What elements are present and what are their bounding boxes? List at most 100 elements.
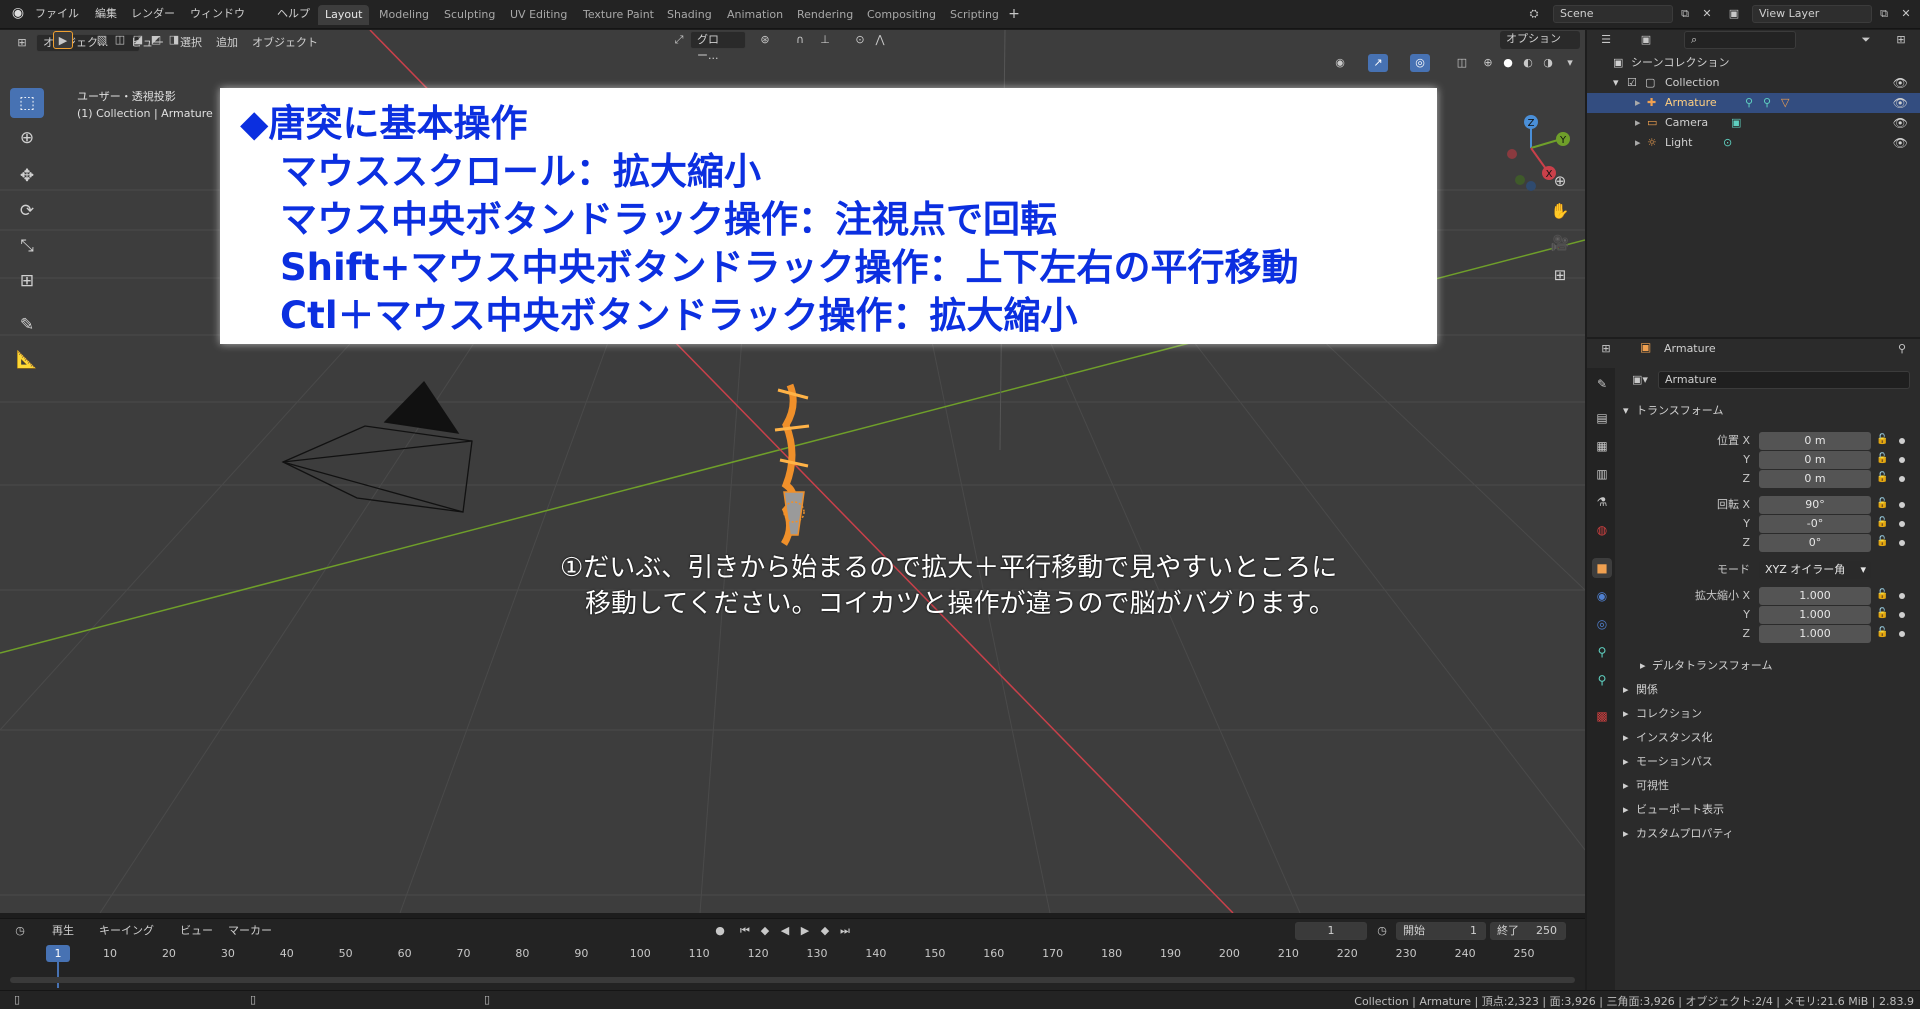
- select-extend-icon[interactable]: ◫: [110, 31, 130, 49]
- keyframe-dot-icon[interactable]: [1899, 612, 1905, 618]
- shading-material-icon[interactable]: ◐: [1518, 54, 1538, 72]
- properties-editor-icon[interactable]: ⊞: [1596, 340, 1616, 358]
- falloff-icon[interactable]: ⋀: [870, 31, 890, 49]
- menu-file[interactable]: ファイル: [30, 5, 84, 23]
- eye-icon[interactable]: 👁: [1893, 93, 1908, 113]
- select-box-icon[interactable]: ▧: [92, 31, 112, 49]
- outliner-armature[interactable]: ▸ ✚ Armature ⚲ ⚲ ▽ 👁: [1587, 93, 1920, 113]
- snap-target-icon[interactable]: ⊥: [815, 31, 835, 49]
- prev-keyframe-icon[interactable]: ◆: [755, 922, 775, 940]
- expand-icon[interactable]: ▸: [1635, 113, 1641, 133]
- keyframe-dot-icon[interactable]: [1899, 476, 1905, 482]
- location-x[interactable]: 0 m: [1759, 432, 1871, 450]
- lock-icon[interactable]: 🔓: [1876, 517, 1890, 531]
- overlay-toggle-icon[interactable]: ◎: [1410, 54, 1430, 72]
- lock-icon[interactable]: 🔓: [1876, 589, 1890, 603]
- next-keyframe-icon[interactable]: ◆: [815, 922, 835, 940]
- tab-rendering[interactable]: Rendering: [790, 5, 860, 25]
- shading-solid-icon[interactable]: ●: [1498, 54, 1518, 72]
- scale-x[interactable]: 1.000: [1759, 587, 1871, 605]
- xray-icon[interactable]: ◫: [1452, 54, 1472, 72]
- tab-layout[interactable]: Layout: [318, 5, 370, 25]
- select-subtract-icon[interactable]: ◪: [128, 31, 148, 49]
- outliner-scene-collection[interactable]: ▣ シーンコレクション: [1587, 53, 1920, 73]
- menu-timeline-view[interactable]: ビュー: [176, 922, 217, 940]
- armature-object[interactable]: [774, 383, 810, 546]
- orientation-icon[interactable]: ⤢: [669, 31, 689, 49]
- visibility-icon[interactable]: ◉: [1330, 54, 1350, 72]
- render-tab-icon[interactable]: ▤: [1592, 408, 1612, 428]
- expand-icon[interactable]: ▸: [1635, 133, 1641, 153]
- scene-tab-icon[interactable]: ⚗: [1592, 492, 1612, 512]
- select-mode-icon[interactable]: ▶: [53, 31, 73, 49]
- scale-y[interactable]: 1.000: [1759, 606, 1871, 624]
- menu-marker[interactable]: マーカー: [224, 922, 276, 940]
- move-tool-icon[interactable]: ✥: [10, 161, 44, 191]
- tab-sculpting[interactable]: Sculpting: [437, 5, 502, 25]
- keyframe-dot-icon[interactable]: [1899, 631, 1905, 637]
- pan-hand-icon[interactable]: ✋: [1547, 198, 1573, 224]
- editor-type-icon[interactable]: ⊞: [12, 34, 32, 52]
- jump-end-icon[interactable]: ⏭: [835, 922, 855, 940]
- lock-icon[interactable]: 🔓: [1876, 434, 1890, 448]
- playhead-frame[interactable]: 1: [46, 945, 70, 962]
- outliner-collection[interactable]: ▾ ☑ ▢ Collection 👁: [1587, 73, 1920, 93]
- bone-tab-icon[interactable]: ⚲: [1592, 670, 1612, 690]
- panel-collections[interactable]: ▸ コレクション: [1618, 703, 1916, 725]
- texture-tab-icon[interactable]: ▩: [1592, 706, 1612, 726]
- keyframe-dot-icon[interactable]: [1899, 593, 1905, 599]
- physics-tab-icon[interactable]: ◎: [1592, 614, 1612, 634]
- new-scene-icon[interactable]: ⧉: [1675, 5, 1695, 23]
- ortho-toggle-icon[interactable]: ⊞: [1547, 262, 1573, 288]
- new-view-layer-icon[interactable]: ⧉: [1874, 5, 1894, 23]
- end-frame-field[interactable]: 終了 250: [1490, 922, 1566, 940]
- keyframe-dot-icon[interactable]: [1899, 438, 1905, 444]
- blender-logo-icon[interactable]: ◉: [8, 5, 28, 23]
- select-intersect-icon[interactable]: ◨: [164, 31, 184, 49]
- camera-view-icon[interactable]: 🎥: [1547, 230, 1573, 256]
- location-z[interactable]: 0 m: [1759, 470, 1871, 488]
- filter-icon[interactable]: ⏷: [1856, 31, 1876, 49]
- view-layer-tab-icon[interactable]: ▥: [1592, 464, 1612, 484]
- gizmo-toggle-icon[interactable]: ↗: [1368, 54, 1388, 72]
- tab-compositing[interactable]: Compositing: [860, 5, 943, 25]
- menu-object[interactable]: オブジェクト: [248, 34, 322, 52]
- menu-edit[interactable]: 編集: [90, 5, 122, 23]
- tab-animation[interactable]: Animation: [720, 5, 790, 25]
- object-tab-icon[interactable]: ■: [1592, 558, 1612, 578]
- transform-orientation-dropdown[interactable]: グロー...: [690, 31, 746, 62]
- keyframe-dot-icon[interactable]: [1899, 521, 1905, 527]
- menu-playback[interactable]: 再生: [48, 922, 78, 940]
- armature-data-tab-icon[interactable]: ⚲: [1592, 642, 1612, 662]
- checkbox-icon[interactable]: ☑: [1627, 73, 1637, 93]
- keyframe-dot-icon[interactable]: [1899, 502, 1905, 508]
- lock-icon[interactable]: 🔓: [1876, 536, 1890, 550]
- eye-icon[interactable]: 👁: [1893, 113, 1908, 133]
- output-tab-icon[interactable]: ▦: [1592, 436, 1612, 456]
- world-tab-icon[interactable]: ◍: [1592, 520, 1612, 540]
- add-workspace-icon[interactable]: +: [1004, 5, 1024, 23]
- outliner-light[interactable]: ▸ ☼ Light ⊙ 👁: [1587, 133, 1920, 153]
- jump-start-icon[interactable]: ⏮: [735, 922, 755, 940]
- outliner-editor-icon[interactable]: ☰: [1596, 31, 1616, 49]
- shading-rendered-icon[interactable]: ◑: [1538, 54, 1558, 72]
- annotate-tool-icon[interactable]: ✎: [10, 310, 44, 340]
- lock-icon[interactable]: 🔓: [1876, 498, 1890, 512]
- expand-icon[interactable]: ▸: [1635, 93, 1641, 113]
- outliner-camera[interactable]: ▸ ▭ Camera ▣ 👁: [1587, 113, 1920, 133]
- keyframe-dot-icon[interactable]: [1899, 540, 1905, 546]
- lock-icon[interactable]: 🔓: [1876, 453, 1890, 467]
- panel-motion-paths[interactable]: ▸ モーションパス: [1618, 751, 1916, 773]
- lock-icon[interactable]: 🔓: [1876, 627, 1890, 641]
- eye-icon[interactable]: 👁: [1893, 133, 1908, 153]
- tool-tab-icon[interactable]: ✎: [1592, 374, 1612, 394]
- lock-icon[interactable]: 🔓: [1876, 608, 1890, 622]
- select-invert-icon[interactable]: ◩: [146, 31, 166, 49]
- options-dropdown[interactable]: オプション: [1500, 31, 1580, 49]
- shading-options-icon[interactable]: ▾: [1560, 54, 1580, 72]
- view-layer-field[interactable]: View Layer: [1752, 5, 1872, 23]
- select-tool-icon[interactable]: ⬚: [10, 88, 44, 118]
- rotation-z[interactable]: 0°: [1759, 534, 1871, 552]
- current-frame-field[interactable]: 1: [1295, 922, 1367, 940]
- eye-icon[interactable]: 👁: [1893, 73, 1908, 93]
